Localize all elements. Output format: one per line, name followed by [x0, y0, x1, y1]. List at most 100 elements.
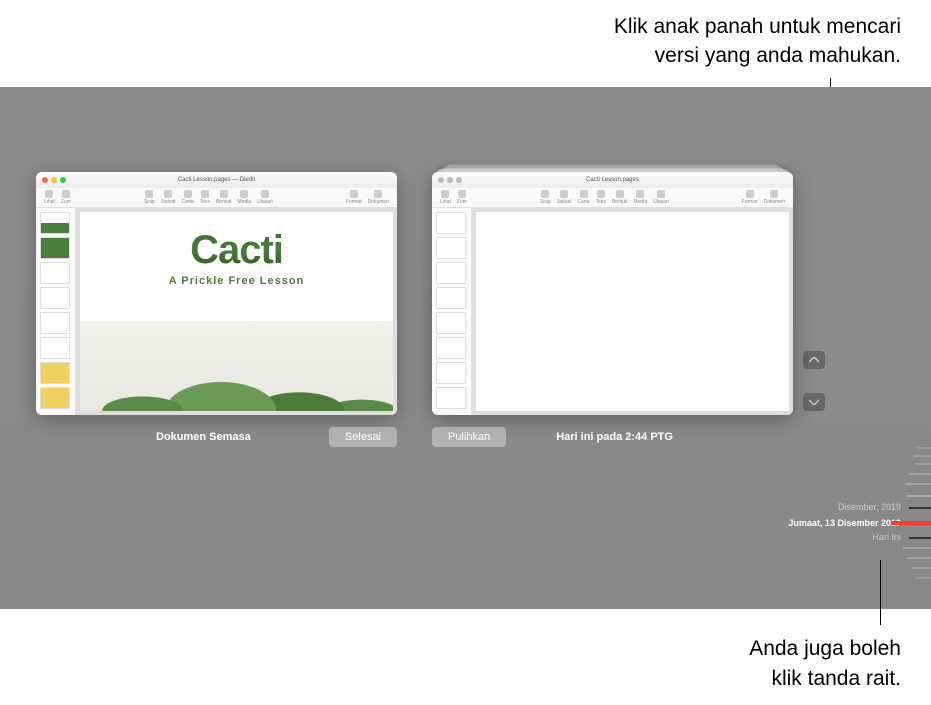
toolbar-media-button[interactable]: Media	[238, 190, 252, 205]
page-thumbnail[interactable]	[436, 287, 466, 309]
toolbar-media-button: Media	[634, 190, 648, 205]
page-thumbnail[interactable]	[436, 312, 466, 334]
toolbar-view-button[interactable]: Lihat	[44, 190, 55, 205]
version-document-window: Cacti Lesson.pages Lihat Zum Sisip Jadua…	[432, 172, 793, 415]
page-thumbnail[interactable]	[40, 212, 70, 234]
toolbar-view-button: Lihat	[440, 190, 451, 205]
close-icon[interactable]	[42, 177, 48, 183]
page-heading: Cacti	[190, 228, 283, 273]
page-thumbnail[interactable]	[40, 387, 70, 409]
page-thumbnail[interactable]	[436, 237, 466, 259]
timeline-tick[interactable]	[907, 557, 931, 559]
callout-text: klik tanda rait.	[749, 664, 901, 693]
window-title: Cacti Lesson.pages — Diedit	[178, 177, 255, 183]
toolbar-format-button[interactable]: Format	[346, 190, 362, 205]
toolbar-insert-button: Sisip	[540, 190, 551, 205]
toolbar-zoom-button[interactable]: Zum	[61, 190, 71, 205]
page-thumbnails-sidebar[interactable]	[432, 208, 472, 415]
document-body	[432, 208, 793, 415]
window-titlebar: Cacti Lesson.pages — Diedit	[36, 172, 397, 188]
zoom-icon[interactable]	[60, 177, 66, 183]
timeline-tick-selected[interactable]	[891, 521, 931, 525]
minimize-icon	[447, 177, 453, 183]
toolbar-text-button[interactable]: Teks	[200, 190, 210, 205]
timeline-selected-label: Jumaat, 13 Disember 2019	[788, 518, 901, 528]
toolbar-document-button: Dokumen	[764, 190, 785, 205]
previous-version-button[interactable]	[803, 351, 825, 369]
timeline-month-label: Disember, 2019	[838, 502, 901, 512]
page-thumbnail[interactable]	[40, 312, 70, 334]
page-thumbnail[interactable]	[436, 212, 466, 234]
page-thumbnail[interactable]	[436, 262, 466, 284]
timeline-today-label: Hari Ini	[872, 532, 901, 542]
timeline-tick[interactable]	[915, 463, 931, 465]
callout-text: versi yang anda mahukan.	[614, 41, 901, 70]
page-thumbnail[interactable]	[436, 387, 466, 409]
next-version-button[interactable]	[803, 393, 825, 411]
timeline-tick[interactable]	[917, 447, 931, 449]
callout-text: Anda juga boleh	[749, 634, 901, 663]
callout-leader-line	[880, 560, 881, 625]
current-document-window: Cacti Lesson.pages — Diedit Lihat Zum Si…	[36, 172, 397, 415]
zoom-icon	[456, 177, 462, 183]
toolbar-format-button: Format	[742, 190, 758, 205]
timeline-tick[interactable]	[909, 473, 931, 475]
toolbar-chart-button: Carta	[577, 190, 589, 205]
timeline-tick[interactable]	[909, 537, 931, 539]
toolbar-insert-button[interactable]: Sisip	[144, 190, 155, 205]
version-timestamp: Hari ini pada 2:44 PTG	[556, 431, 673, 443]
chevron-down-icon	[809, 399, 819, 405]
toolbar-table-button[interactable]: Jadual	[161, 190, 176, 205]
done-button[interactable]: Selesai	[329, 427, 397, 447]
toolbar-chart-button[interactable]: Carta	[181, 190, 193, 205]
page-thumbnail[interactable]	[40, 287, 70, 309]
current-doc-label-row: Dokumen Semasa Selesai	[36, 427, 397, 447]
minimize-icon[interactable]	[51, 177, 57, 183]
toolbar-document-button[interactable]: Dokumen	[368, 190, 389, 205]
window-titlebar: Cacti Lesson.pages	[432, 172, 793, 188]
toolbar-shape-button: Bentuk	[612, 190, 628, 205]
page-thumbnail[interactable]	[40, 362, 70, 384]
document-body: Cacti A Prickle Free Lesson	[36, 208, 397, 415]
page-thumbnail[interactable]	[436, 337, 466, 359]
window-controls	[438, 177, 462, 183]
document-page: Cacti A Prickle Free Lesson	[80, 212, 393, 411]
toolbar-comment-button[interactable]: Ulasan	[257, 190, 273, 205]
timeline-tick[interactable]	[903, 547, 931, 549]
version-doc-label-row: Pulihkan Hari ini pada 2:44 PTG	[432, 427, 793, 447]
callout-top: Klik anak panah untuk mencari versi yang…	[614, 12, 901, 71]
timeline-tick[interactable]	[909, 507, 931, 509]
page-thumbnail[interactable]	[40, 337, 70, 359]
toolbar-comment-button: Ulasan	[653, 190, 669, 205]
toolbar-table-button: Jadual	[557, 190, 572, 205]
toolbar-shape-button[interactable]: Bentuk	[216, 190, 232, 205]
callout-bottom: Anda juga boleh klik tanda rait.	[749, 634, 901, 693]
close-icon	[438, 177, 444, 183]
page-thumbnails-sidebar[interactable]	[36, 208, 76, 415]
version-browser-stage: Cacti Lesson.pages — Diedit Lihat Zum Si…	[0, 87, 931, 609]
document-canvas[interactable]	[472, 208, 793, 415]
version-timeline[interactable]: Disember, 2019 Jumaat, 13 Disember 2019 …	[876, 447, 931, 587]
hero-image	[80, 321, 393, 411]
timeline-tick[interactable]	[905, 483, 931, 485]
timeline-tick[interactable]	[907, 495, 931, 497]
document-page	[476, 212, 789, 411]
window-controls	[42, 177, 66, 183]
document-canvas[interactable]: Cacti A Prickle Free Lesson	[76, 208, 397, 415]
callout-text: Klik anak panah untuk mencari	[614, 12, 901, 41]
window-title: Cacti Lesson.pages	[586, 177, 639, 183]
timeline-tick[interactable]	[915, 577, 931, 579]
timeline-tick[interactable]	[911, 567, 931, 569]
page-subheading: A Prickle Free Lesson	[169, 275, 305, 287]
toolbar-text-button: Teks	[596, 190, 606, 205]
toolbar: Lihat Zum Sisip Jadual Carta Teks Bentuk…	[36, 188, 397, 208]
page-thumbnail[interactable]	[40, 262, 70, 284]
timeline-tick[interactable]	[913, 455, 931, 457]
current-document-label: Dokumen Semasa	[36, 431, 251, 443]
chevron-up-icon	[809, 357, 819, 363]
toolbar-zoom-button: Zum	[457, 190, 467, 205]
page-thumbnail[interactable]	[436, 362, 466, 384]
page-thumbnail[interactable]	[40, 237, 70, 259]
toolbar: Lihat Zum Sisip Jadual Carta Teks Bentuk…	[432, 188, 793, 208]
restore-button[interactable]: Pulihkan	[432, 427, 506, 447]
